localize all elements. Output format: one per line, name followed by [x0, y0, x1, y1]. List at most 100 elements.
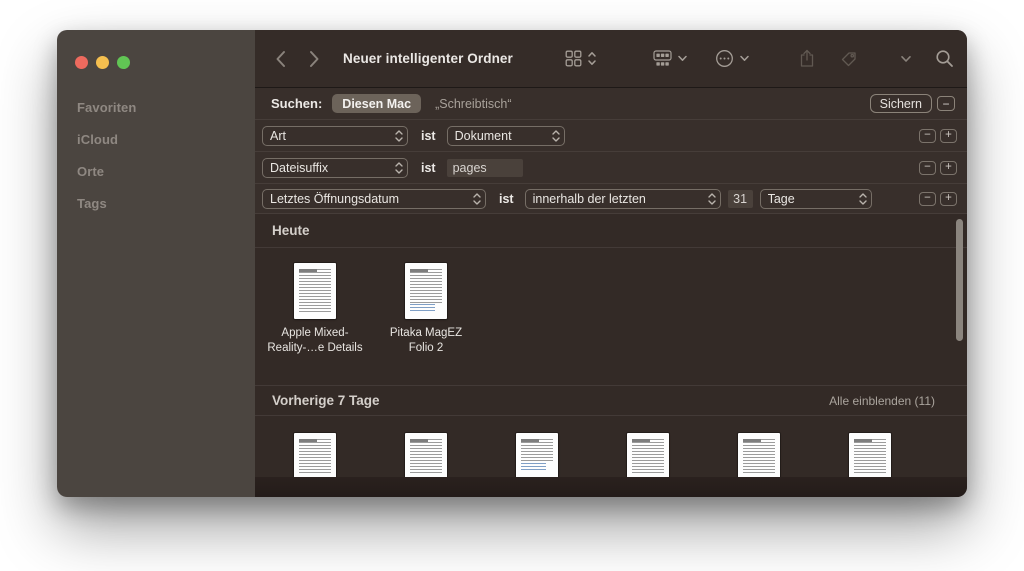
remove-criterion-button[interactable]: −	[919, 161, 936, 175]
ellipsis-circle-icon	[715, 49, 734, 68]
file-item[interactable]: Pitaka MagEZ Folio 2	[371, 263, 481, 385]
file-item[interactable]	[371, 433, 481, 477]
window-title: Neuer intelligenter Ordner	[343, 30, 513, 87]
chevron-right-icon	[309, 50, 320, 68]
dropdown-arrows-icon	[552, 129, 560, 143]
results-area: Heute Apple Mixed- Reality-…e Details Pi…	[255, 214, 967, 477]
share-button[interactable]	[799, 30, 815, 87]
show-all-link[interactable]: Alle einblenden (11)	[829, 394, 935, 408]
search-scope-bar: Suchen: Diesen Mac „Schreibtisch“ Sicher…	[255, 88, 967, 120]
tags-button[interactable]	[840, 30, 858, 87]
dropdown-value: Art	[270, 129, 391, 143]
unit-dropdown[interactable]: Tage	[760, 189, 872, 209]
suffix-input[interactable]	[447, 159, 523, 177]
file-name: Apple Mixed- Reality-…e Details	[267, 326, 362, 356]
files-row-heute: Apple Mixed- Reality-…e Details Pitaka M…	[255, 248, 967, 385]
file-item[interactable]	[815, 433, 925, 477]
scope-desktop[interactable]: „Schreibtisch“	[435, 97, 511, 111]
file-item[interactable]	[482, 433, 592, 477]
file-item[interactable]: Apple Mixed- Reality-…e Details	[260, 263, 370, 385]
tag-icon	[840, 50, 858, 68]
files-row-vorherige	[255, 416, 967, 477]
toolbar: Neuer intelligenter Ordner	[255, 30, 967, 88]
window-bottom-edge	[255, 477, 967, 497]
grid-view-icon	[565, 50, 582, 67]
group-by-button[interactable]	[653, 30, 687, 87]
filter-row-dateisuffix: Dateisuffix ist − +	[255, 152, 967, 184]
sidebar-section-tags[interactable]: Tags	[57, 187, 255, 219]
sidebar-section-favoriten[interactable]: Favoriten	[57, 91, 255, 123]
toolbar-overflow-button[interactable]	[901, 30, 911, 87]
document-thumbnail	[627, 433, 669, 477]
zoom-window-button[interactable]	[117, 56, 130, 69]
operator-label: ist	[421, 161, 436, 175]
chevron-down-icon	[740, 55, 749, 62]
remove-criterion-button[interactable]: −	[919, 129, 936, 143]
finder-window: Favoriten iCloud Orte Tags Neuer intelli…	[57, 30, 967, 497]
more-actions-button[interactable]	[715, 30, 749, 87]
search-label: Suchen:	[271, 96, 322, 111]
range-dropdown[interactable]: innerhalb der letzten	[525, 189, 721, 209]
file-item[interactable]	[260, 433, 370, 477]
save-search-button[interactable]: Sichern	[870, 94, 932, 113]
add-criterion-button[interactable]: +	[940, 129, 957, 143]
document-thumbnail	[405, 433, 447, 477]
scope-this-mac[interactable]: Diesen Mac	[332, 94, 421, 113]
sidebar: Favoriten iCloud Orte Tags	[57, 30, 255, 497]
document-thumbnail	[405, 263, 447, 319]
chevron-down-icon	[678, 55, 687, 62]
dropdown-arrows-icon	[395, 161, 403, 175]
section-header-heute: Heute	[255, 214, 967, 248]
dropdown-arrows-icon	[395, 129, 403, 143]
document-thumbnail	[516, 433, 558, 477]
section-title: Vorherige 7 Tage	[272, 393, 380, 408]
window-controls	[75, 56, 130, 69]
document-thumbnail	[294, 433, 336, 477]
main-area: Neuer intelligenter Ordner	[255, 30, 967, 497]
up-down-chevrons-icon	[588, 51, 596, 66]
minimize-window-button[interactable]	[96, 56, 109, 69]
back-button[interactable]	[275, 30, 286, 87]
group-view-icon	[653, 50, 672, 67]
dropdown-arrows-icon	[708, 192, 716, 206]
remove-search-button[interactable]: −	[937, 96, 955, 111]
sidebar-section-icloud[interactable]: iCloud	[57, 123, 255, 155]
view-mode-button[interactable]	[565, 30, 596, 87]
share-icon	[799, 49, 815, 68]
attribute-dropdown[interactable]: Dateisuffix	[262, 158, 408, 178]
attribute-dropdown[interactable]: Art	[262, 126, 408, 146]
document-thumbnail	[294, 263, 336, 319]
search-icon	[935, 49, 954, 68]
days-count-input[interactable]	[728, 190, 753, 208]
remove-criterion-button[interactable]: −	[919, 192, 936, 206]
forward-button[interactable]	[309, 30, 320, 87]
chevron-down-icon	[901, 55, 911, 63]
attribute-dropdown[interactable]: Letztes Öffnungsdatum	[262, 189, 486, 209]
file-name: Pitaka MagEZ Folio 2	[390, 326, 462, 356]
document-thumbnail	[849, 433, 891, 477]
dropdown-value: innerhalb der letzten	[533, 192, 704, 206]
add-criterion-button[interactable]: +	[940, 161, 957, 175]
file-item[interactable]	[704, 433, 814, 477]
dropdown-value: Tage	[768, 192, 855, 206]
operator-label: ist	[421, 129, 436, 143]
filter-row-art: Art ist Dokument − +	[255, 120, 967, 152]
section-header-vorherige-7-tage: Vorherige 7 Tage Alle einblenden (11)	[255, 385, 967, 416]
search-button[interactable]	[935, 30, 954, 87]
value-dropdown[interactable]: Dokument	[447, 126, 565, 146]
chevron-left-icon	[275, 50, 286, 68]
file-item[interactable]	[593, 433, 703, 477]
dropdown-value: Dateisuffix	[270, 161, 391, 175]
close-window-button[interactable]	[75, 56, 88, 69]
vertical-scrollbar[interactable]	[956, 219, 963, 341]
dropdown-value: Letztes Öffnungsdatum	[270, 192, 469, 206]
dropdown-arrows-icon	[859, 192, 867, 206]
dropdown-arrows-icon	[473, 192, 481, 206]
section-title: Heute	[272, 223, 310, 238]
add-criterion-button[interactable]: +	[940, 192, 957, 206]
document-thumbnail	[738, 433, 780, 477]
dropdown-value: Dokument	[455, 129, 548, 143]
sidebar-sections: Favoriten iCloud Orte Tags	[57, 91, 255, 219]
sidebar-section-orte[interactable]: Orte	[57, 155, 255, 187]
filter-row-datum: Letztes Öffnungsdatum ist innerhalb der …	[255, 184, 967, 214]
